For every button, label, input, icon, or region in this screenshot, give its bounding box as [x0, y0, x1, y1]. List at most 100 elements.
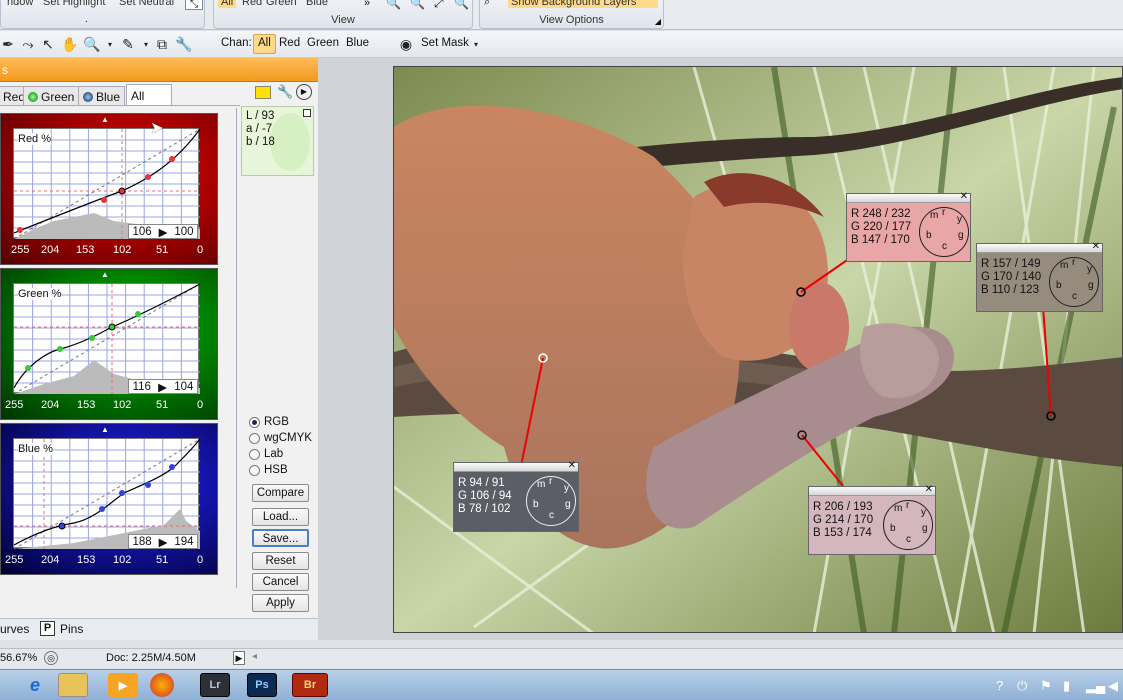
wheel-c: c [942, 241, 947, 252]
ribbon-chan-green[interactable]: Green [266, 0, 297, 8]
photoshop-icon[interactable]: Ps [247, 673, 277, 697]
compare-button[interactable]: Compare [252, 484, 309, 502]
green-curve-box[interactable]: ▲ Green % 116 ▶ 104 255 204 153 102 51 0 [0, 268, 218, 420]
mode-wgcmyk-radio[interactable]: wgCMYK [249, 431, 312, 445]
sampler-1[interactable]: ✕ R 248 / 232 G 220 / 177 B 147 / 170 mr… [846, 191, 971, 262]
sampler-titlebar[interactable]: ✕ [454, 460, 578, 472]
cancel-button[interactable]: Cancel [252, 573, 309, 591]
red-curve-plot[interactable]: Red % 106 ▶ 100 [13, 128, 200, 239]
red-curve-values[interactable]: 106 ▶ 100 [128, 224, 198, 239]
tab-curves[interactable]: urves [0, 622, 29, 636]
tab-blue[interactable]: Blue [78, 86, 126, 106]
zoom-icon[interactable]: 🔍 [83, 36, 100, 52]
collapse-icon[interactable]: ▲ [101, 270, 109, 279]
mask-icon[interactable]: ◉ [398, 36, 414, 52]
sampler-titlebar[interactable]: ✕ [847, 191, 970, 203]
zoom-out-icon[interactable]: 🔍 [410, 0, 425, 10]
minimize-icon[interactable] [303, 109, 311, 117]
apply-button[interactable]: Apply [252, 594, 309, 612]
volume-icon[interactable]: ◀ [1108, 678, 1118, 694]
pin-icon[interactable]: ⌕ [484, 0, 490, 9]
mode-hsb-radio[interactable]: HSB [249, 463, 288, 477]
eyedropper-icon[interactable]: ⤡ [185, 0, 203, 10]
folder-icon[interactable] [255, 86, 271, 99]
hand-icon[interactable]: ✋ [61, 36, 78, 52]
sampler-g: G 106 / 94 [458, 490, 512, 502]
radio-icon [249, 448, 260, 460]
set-highlight-button[interactable]: Set Highlight [43, 0, 105, 8]
zoom-reset-icon[interactable]: ◎ [44, 651, 58, 665]
zoom-actual-icon[interactable]: 🔍 [454, 0, 469, 10]
tab-pins[interactable]: Pins [60, 622, 83, 636]
media-player-icon[interactable]: ▶ [108, 673, 138, 697]
ribbon-window-button[interactable]: ndow [7, 0, 33, 8]
tab-green[interactable]: Green [23, 86, 80, 106]
collapse-icon[interactable]: ▲ [101, 115, 109, 124]
zoom-level[interactable]: 56.67% [0, 652, 40, 664]
chevron-down-icon[interactable]: ▾ [102, 36, 118, 52]
pen-icon[interactable]: ✒ [0, 36, 16, 52]
chan-blue-button[interactable]: Blue [346, 37, 369, 49]
mode-lab-radio[interactable]: Lab [249, 447, 283, 461]
tick: 153 [76, 244, 95, 256]
chan-red-button[interactable]: Red [279, 37, 300, 49]
help-icon[interactable]: ? [996, 678, 1003, 693]
chevron-down-icon[interactable]: ▾ [468, 36, 484, 52]
blue-curve-box[interactable]: ▲ Blue % 188 ▶ 194 255 204 153 102 51 0 [0, 423, 218, 575]
save-button[interactable]: Save... [252, 529, 309, 547]
set-neutral-button[interactable]: Set Neutral [119, 0, 174, 8]
bezier-icon[interactable]: ⤳ [20, 36, 36, 52]
close-icon[interactable]: ✕ [960, 191, 968, 202]
ie-icon[interactable]: e [20, 673, 50, 697]
explorer-icon[interactable] [58, 673, 88, 697]
blue-curve-plot[interactable]: Blue % 188 ▶ 194 [13, 438, 200, 549]
lightroom-icon[interactable]: Lr [200, 673, 230, 697]
power-icon[interactable]: ⏻ [1017, 678, 1027, 694]
double-arrow-icon[interactable]: » [364, 0, 370, 9]
wheel-b: b [1056, 280, 1062, 291]
sampler-4[interactable]: ✕ R 206 / 193 G 214 / 170 B 153 / 174 mr… [808, 484, 936, 555]
flag-icon[interactable]: ⚑ [1040, 678, 1052, 694]
load-button[interactable]: Load... [252, 508, 309, 526]
signal-icon[interactable]: ▂▄ [1086, 678, 1105, 694]
show-background-layers-button[interactable]: Show Background Layers [508, 0, 658, 8]
battery-icon[interactable]: ▮ [1063, 678, 1070, 694]
green-curve-plot[interactable]: Green % 116 ▶ 104 [13, 283, 200, 394]
zoom-fit-icon[interactable]: ⤢ [434, 0, 444, 11]
chan-green-button[interactable]: Green [307, 37, 339, 49]
copy-icon[interactable]: ⧉ [154, 36, 170, 52]
sampler-titlebar[interactable]: ✕ [977, 241, 1102, 253]
tab-all[interactable]: All [126, 84, 172, 106]
wrench-icon[interactable]: 🔧 [175, 36, 192, 52]
green-curve-values[interactable]: 116 ▶ 104 [128, 379, 198, 394]
red-curve-box[interactable]: ▲ Red % 106 ▶ 100 255 204 153 102 51 0 [0, 113, 218, 265]
sampler-3[interactable]: ✕ R 94 / 91 G 106 / 94 B 78 / 102 mrygcb [453, 460, 579, 532]
play-icon[interactable]: ▶ [233, 651, 245, 665]
ribbon-chan-red[interactable]: Red [242, 0, 262, 8]
collapse-icon[interactable]: ▲ [101, 425, 109, 434]
blue-curve-values[interactable]: 188 ▶ 194 [128, 534, 198, 549]
mode-rgb-radio[interactable]: RGB [249, 415, 289, 429]
ribbon-chan-blue[interactable]: Blue [306, 0, 328, 8]
chan-all-button[interactable]: All [253, 34, 276, 54]
lab-readout: L / 93 a / -7 b / 18 [241, 106, 314, 176]
play-icon[interactable]: ▶ [296, 84, 312, 100]
wheel-y: y [1087, 264, 1092, 275]
scroll-left-icon[interactable]: ◂ [252, 651, 257, 662]
ribbon-chan-all[interactable]: All [218, 0, 237, 8]
close-icon[interactable]: ✕ [1092, 241, 1100, 252]
sampler-titlebar[interactable]: ✕ [809, 484, 935, 496]
sampler-2[interactable]: ✕ R 157 / 149 G 170 / 140 B 110 / 123 mr… [976, 241, 1103, 312]
close-icon[interactable]: ✕ [568, 460, 576, 471]
firefox-icon[interactable] [150, 673, 174, 697]
arrow-select-icon[interactable]: ↖ [40, 36, 56, 52]
close-icon[interactable]: ✕ [925, 484, 933, 495]
zoom-in-icon[interactable]: 🔍 [386, 0, 401, 10]
set-mask-button[interactable]: Set Mask [421, 37, 469, 49]
bridge-icon[interactable]: Br [292, 673, 328, 697]
eyedropper-icon[interactable]: ✎ [120, 36, 136, 52]
chevron-down-icon[interactable]: ▾ [138, 36, 154, 52]
reset-button[interactable]: Reset [252, 552, 309, 570]
dialog-launcher-icon[interactable]: ◢ [655, 17, 661, 26]
wrench-icon[interactable]: 🔧 [277, 84, 293, 100]
